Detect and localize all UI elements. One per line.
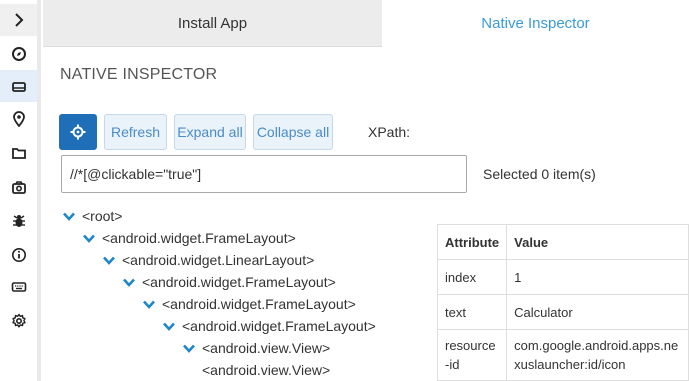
- sidebar-rail: [0, 0, 38, 381]
- attribute-value: 1: [506, 259, 689, 295]
- tab-install-app[interactable]: Install App: [43, 0, 382, 47]
- xpath-label: XPath:: [368, 124, 411, 140]
- chevron-down-icon[interactable]: [142, 297, 156, 311]
- keyboard-icon[interactable]: [0, 271, 37, 303]
- tree-node[interactable]: <android.widget.LinearLayout>: [102, 250, 314, 270]
- tree-node-label: <root>: [82, 208, 123, 224]
- info-icon[interactable]: [0, 239, 37, 271]
- chevron-down-icon[interactable]: [102, 253, 116, 267]
- collapse-all-button[interactable]: Collapse all: [253, 114, 333, 150]
- attribute-name: resource-id: [436, 329, 508, 381]
- expand-all-button[interactable]: Expand all: [174, 114, 246, 150]
- rail-divider: [37, 0, 41, 381]
- chevron-down-icon[interactable]: [82, 231, 96, 245]
- tree-node-label: <android.widget.FrameLayout>: [162, 296, 356, 312]
- attribute-table: Attribute Value index 1 text Calculator …: [436, 224, 689, 381]
- table-header-row: Attribute Value: [436, 224, 689, 260]
- tree-node[interactable]: <root>: [62, 206, 122, 226]
- locate-element-button[interactable]: [59, 114, 97, 150]
- tree-node[interactable]: <android.widget.FrameLayout>: [142, 294, 356, 314]
- tree-node[interactable]: <android.widget.FrameLayout>: [82, 228, 296, 248]
- tab-native-inspector[interactable]: Native Inspector: [382, 0, 689, 46]
- crosshair-icon: [70, 124, 86, 140]
- tree-node[interactable]: <android.widget.FrameLayout>: [122, 272, 336, 292]
- compass-icon[interactable]: [0, 38, 37, 70]
- tree-node-label: <android.widget.FrameLayout>: [182, 318, 376, 334]
- chevron-down-icon[interactable]: [162, 319, 176, 333]
- chevron-down-icon[interactable]: [122, 275, 136, 289]
- xpath-input[interactable]: [61, 155, 467, 193]
- tree-node-label: <android.widget.FrameLayout>: [142, 274, 336, 290]
- tree-node-label: <android.widget.FrameLayout>: [102, 230, 296, 246]
- settings-icon[interactable]: [0, 305, 37, 337]
- chevron-down-icon[interactable]: [62, 209, 76, 223]
- table-row[interactable]: resource-id com.google.android.apps.nexu…: [436, 329, 689, 381]
- table-row[interactable]: index 1: [436, 259, 689, 295]
- tree-node-label: <android.widget.LinearLayout>: [122, 252, 315, 268]
- folder-icon[interactable]: [0, 137, 37, 169]
- refresh-button[interactable]: Refresh: [104, 114, 167, 150]
- tree-node[interactable]: <android.view.View>: [202, 360, 330, 380]
- page-title: NATIVE INSPECTOR: [60, 66, 218, 83]
- table-row[interactable]: text Calculator: [436, 294, 689, 330]
- location-pin-icon[interactable]: [0, 103, 37, 135]
- attribute-name: index: [436, 259, 508, 295]
- bug-icon[interactable]: [0, 205, 37, 237]
- attribute-value: Calculator: [506, 294, 689, 330]
- selected-count: Selected 0 item(s): [483, 166, 596, 182]
- value-column-header: Value: [506, 224, 689, 260]
- tree-node-label: <android.view.View>: [202, 362, 331, 378]
- chevron-down-icon[interactable]: [182, 341, 196, 355]
- tree-node-label: <android.view.View>: [202, 340, 331, 356]
- attribute-value: com.google.android.apps.nexuslauncher:id…: [506, 329, 689, 381]
- attribute-column-header: Attribute: [436, 224, 508, 260]
- camera-icon[interactable]: [0, 171, 37, 203]
- tree-node[interactable]: <android.view.View>: [182, 338, 330, 358]
- device-icon[interactable]: [0, 70, 37, 102]
- chevron-right-icon[interactable]: [0, 4, 37, 36]
- attribute-name: text: [436, 294, 508, 330]
- tree-node[interactable]: <android.widget.FrameLayout>: [162, 316, 376, 336]
